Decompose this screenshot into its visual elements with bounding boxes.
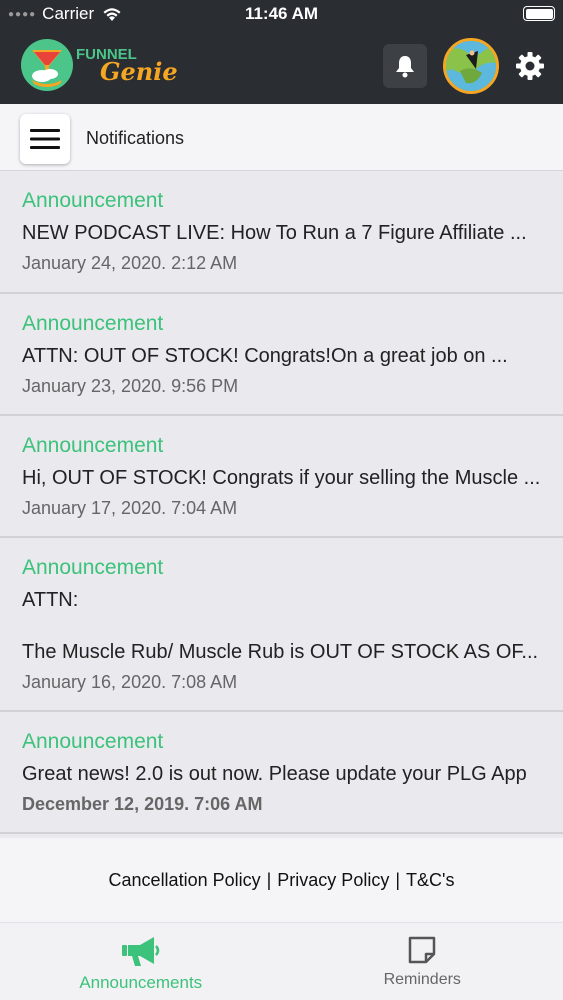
tab-label: Announcements [79, 973, 203, 992]
bell-icon [396, 56, 414, 78]
notification-date: January 17, 2020. 7:04 AM [22, 498, 238, 518]
notification-type: Announcement [22, 730, 164, 753]
tab-label: Reminders [383, 971, 461, 988]
list-item[interactable]: Announcement ATTN: The Muscle Rub/ Muscl… [0, 538, 563, 712]
terms-link[interactable]: T&C's [406, 870, 454, 891]
cancellation-policy-link[interactable]: Cancellation Policy [109, 870, 261, 891]
notification-text: Great news! 2.0 is out now. Please updat… [22, 763, 527, 785]
battery-icon [523, 6, 555, 21]
user-avatar[interactable] [443, 38, 499, 94]
notification-date: January 16, 2020. 7:08 AM [22, 672, 238, 692]
privacy-policy-link[interactable]: Privacy Policy [277, 870, 389, 891]
app-header: FUNNEL Genie [0, 30, 563, 104]
notification-type: Announcement [22, 312, 164, 335]
notification-text: Hi, OUT OF STOCK! Congrats if your selli… [22, 467, 541, 489]
list-item[interactable]: Announcement ATTN: OUT OF STOCK! Congrat… [0, 294, 563, 416]
avatar-image [446, 41, 496, 91]
notification-text: NEW PODCAST LIVE: How To Run a 7 Figure … [22, 222, 527, 244]
megaphone-icon [121, 937, 159, 966]
status-bar: ●●●● Carrier 11:46 AM [0, 0, 563, 30]
settings-button[interactable] [512, 48, 548, 84]
notification-list: Announcement NEW PODCAST LIVE: How To Ru… [0, 171, 563, 834]
link-separator: | [266, 869, 272, 890]
page-title: Notifications [86, 128, 185, 148]
clock: 11:46 AM [244, 4, 319, 23]
notification-text-continued: The Muscle Rub/ Muscle Rub is OUT OF STO… [22, 641, 539, 663]
logo-text-genie: Genie [100, 56, 178, 86]
notification-type: Announcement [22, 434, 164, 457]
list-item[interactable]: Announcement Hi, OUT OF STOCK! Congrats … [0, 416, 563, 538]
notifications-button[interactable] [383, 44, 427, 88]
genie-lamp-icon [21, 39, 73, 91]
list-item[interactable]: Announcement NEW PODCAST LIVE: How To Ru… [0, 171, 563, 294]
subheader: Notifications [0, 104, 563, 171]
notification-text: ATTN: OUT OF STOCK! Congrats!On a great … [22, 345, 508, 367]
notification-type: Announcement [22, 556, 164, 579]
tab-bar: Announcements Reminders [0, 922, 563, 1000]
note-icon [409, 936, 436, 964]
gear-icon [516, 52, 544, 80]
funnel-genie-logo[interactable]: FUNNEL Genie [20, 38, 178, 92]
list-item[interactable]: Announcement Great news! 2.0 is out now.… [0, 712, 563, 834]
hamburger-icon [30, 129, 60, 149]
notification-text: ATTN: [22, 589, 79, 611]
link-separator: | [395, 869, 401, 890]
footer-links: Cancellation Policy | Privacy Policy | T… [0, 838, 563, 922]
tab-announcements[interactable]: Announcements [0, 923, 282, 1000]
notification-date: December 12, 2019. 7:06 AM [22, 794, 263, 814]
tab-reminders[interactable]: Reminders [282, 923, 563, 1000]
menu-button[interactable] [20, 114, 70, 164]
notification-date: January 23, 2020. 9:56 PM [22, 376, 239, 396]
notification-date: January 24, 2020. 2:12 AM [22, 253, 238, 273]
notification-type: Announcement [22, 189, 164, 212]
